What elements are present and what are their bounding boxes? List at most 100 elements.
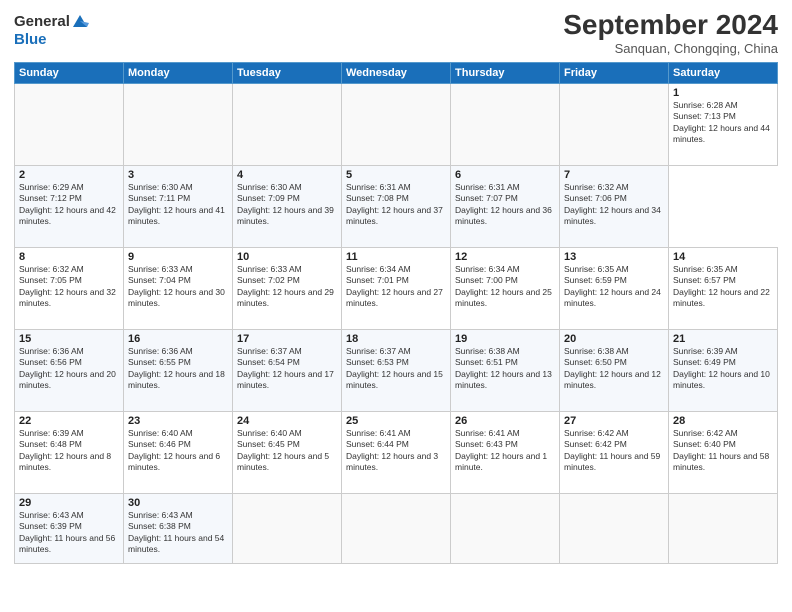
calendar-week-row: 8Sunrise: 6:32 AMSunset: 7:05 PMDaylight… <box>15 247 778 329</box>
month-title: September 2024 <box>563 10 778 41</box>
calendar-cell: 17Sunrise: 6:37 AMSunset: 6:54 PMDayligh… <box>233 329 342 411</box>
calendar-cell <box>451 493 560 563</box>
calendar-cell: 13Sunrise: 6:35 AMSunset: 6:59 PMDayligh… <box>560 247 669 329</box>
calendar-cell: 30Sunrise: 6:43 AMSunset: 6:38 PMDayligh… <box>124 493 233 563</box>
subtitle: Sanquan, Chongqing, China <box>563 41 778 56</box>
calendar-week-row: 22Sunrise: 6:39 AMSunset: 6:48 PMDayligh… <box>15 411 778 493</box>
day-info: Sunrise: 6:41 AMSunset: 6:44 PMDaylight:… <box>346 428 438 472</box>
header: General Blue September 2024 Sanquan, Cho… <box>14 10 778 56</box>
calendar-cell: 6Sunrise: 6:31 AMSunset: 7:07 PMDaylight… <box>451 165 560 247</box>
day-number: 3 <box>128 169 228 181</box>
calendar-cell: 16Sunrise: 6:36 AMSunset: 6:55 PMDayligh… <box>124 329 233 411</box>
logo: General Blue <box>14 14 89 49</box>
calendar-cell: 9Sunrise: 6:33 AMSunset: 7:04 PMDaylight… <box>124 247 233 329</box>
calendar-cell: 29Sunrise: 6:43 AMSunset: 6:39 PMDayligh… <box>15 493 124 563</box>
calendar-cell <box>342 493 451 563</box>
logo-blue: Blue <box>14 31 47 48</box>
day-info: Sunrise: 6:35 AMSunset: 6:57 PMDaylight:… <box>673 264 770 308</box>
calendar-day-header: Thursday <box>451 62 560 83</box>
calendar-cell: 15Sunrise: 6:36 AMSunset: 6:56 PMDayligh… <box>15 329 124 411</box>
day-number: 21 <box>673 333 773 345</box>
day-info: Sunrise: 6:28 AMSunset: 7:13 PMDaylight:… <box>673 100 770 144</box>
day-info: Sunrise: 6:36 AMSunset: 6:56 PMDaylight:… <box>19 346 116 390</box>
calendar-cell: 28Sunrise: 6:42 AMSunset: 6:40 PMDayligh… <box>669 411 778 493</box>
logo-general: General <box>14 14 70 31</box>
day-info: Sunrise: 6:40 AMSunset: 6:45 PMDaylight:… <box>237 428 329 472</box>
day-info: Sunrise: 6:43 AMSunset: 6:39 PMDaylight:… <box>19 510 115 554</box>
calendar-cell: 18Sunrise: 6:37 AMSunset: 6:53 PMDayligh… <box>342 329 451 411</box>
day-number: 26 <box>455 415 555 427</box>
calendar-cell: 14Sunrise: 6:35 AMSunset: 6:57 PMDayligh… <box>669 247 778 329</box>
day-info: Sunrise: 6:36 AMSunset: 6:55 PMDaylight:… <box>128 346 225 390</box>
calendar-cell: 8Sunrise: 6:32 AMSunset: 7:05 PMDaylight… <box>15 247 124 329</box>
calendar-cell <box>233 493 342 563</box>
day-number: 12 <box>455 251 555 263</box>
calendar-cell: 4Sunrise: 6:30 AMSunset: 7:09 PMDaylight… <box>233 165 342 247</box>
calendar-cell: 1Sunrise: 6:28 AMSunset: 7:13 PMDaylight… <box>669 83 778 165</box>
day-info: Sunrise: 6:43 AMSunset: 6:38 PMDaylight:… <box>128 510 224 554</box>
day-number: 2 <box>19 169 119 181</box>
calendar-cell <box>669 493 778 563</box>
day-info: Sunrise: 6:41 AMSunset: 6:43 PMDaylight:… <box>455 428 547 472</box>
day-info: Sunrise: 6:38 AMSunset: 6:50 PMDaylight:… <box>564 346 661 390</box>
empty-cell <box>560 83 669 165</box>
day-number: 8 <box>19 251 119 263</box>
day-number: 18 <box>346 333 446 345</box>
day-number: 13 <box>564 251 664 263</box>
day-number: 14 <box>673 251 773 263</box>
day-info: Sunrise: 6:33 AMSunset: 7:04 PMDaylight:… <box>128 264 225 308</box>
day-info: Sunrise: 6:42 AMSunset: 6:42 PMDaylight:… <box>564 428 660 472</box>
day-info: Sunrise: 6:30 AMSunset: 7:11 PMDaylight:… <box>128 182 225 226</box>
day-number: 15 <box>19 333 119 345</box>
calendar-cell: 20Sunrise: 6:38 AMSunset: 6:50 PMDayligh… <box>560 329 669 411</box>
calendar-cell: 25Sunrise: 6:41 AMSunset: 6:44 PMDayligh… <box>342 411 451 493</box>
day-info: Sunrise: 6:37 AMSunset: 6:54 PMDaylight:… <box>237 346 334 390</box>
day-number: 27 <box>564 415 664 427</box>
day-number: 23 <box>128 415 228 427</box>
calendar-week-row: 15Sunrise: 6:36 AMSunset: 6:56 PMDayligh… <box>15 329 778 411</box>
calendar-cell: 10Sunrise: 6:33 AMSunset: 7:02 PMDayligh… <box>233 247 342 329</box>
calendar-cell: 21Sunrise: 6:39 AMSunset: 6:49 PMDayligh… <box>669 329 778 411</box>
calendar-day-header: Sunday <box>15 62 124 83</box>
day-number: 4 <box>237 169 337 181</box>
calendar-cell: 22Sunrise: 6:39 AMSunset: 6:48 PMDayligh… <box>15 411 124 493</box>
day-number: 11 <box>346 251 446 263</box>
page-container: General Blue September 2024 Sanquan, Cho… <box>0 0 792 570</box>
calendar-cell: 19Sunrise: 6:38 AMSunset: 6:51 PMDayligh… <box>451 329 560 411</box>
empty-cell <box>233 83 342 165</box>
calendar-week-row: 1Sunrise: 6:28 AMSunset: 7:13 PMDaylight… <box>15 83 778 165</box>
day-number: 7 <box>564 169 664 181</box>
day-number: 28 <box>673 415 773 427</box>
day-number: 25 <box>346 415 446 427</box>
day-number: 22 <box>19 415 119 427</box>
empty-cell <box>342 83 451 165</box>
day-number: 19 <box>455 333 555 345</box>
calendar-cell: 12Sunrise: 6:34 AMSunset: 7:00 PMDayligh… <box>451 247 560 329</box>
day-info: Sunrise: 6:32 AMSunset: 7:05 PMDaylight:… <box>19 264 116 308</box>
day-info: Sunrise: 6:29 AMSunset: 7:12 PMDaylight:… <box>19 182 116 226</box>
day-info: Sunrise: 6:31 AMSunset: 7:07 PMDaylight:… <box>455 182 552 226</box>
day-number: 24 <box>237 415 337 427</box>
day-number: 16 <box>128 333 228 345</box>
day-number: 6 <box>455 169 555 181</box>
day-number: 30 <box>128 497 228 509</box>
calendar-header-row: SundayMondayTuesdayWednesdayThursdayFrid… <box>15 62 778 83</box>
calendar-week-row: 29Sunrise: 6:43 AMSunset: 6:39 PMDayligh… <box>15 493 778 563</box>
day-info: Sunrise: 6:32 AMSunset: 7:06 PMDaylight:… <box>564 182 661 226</box>
calendar-cell: 24Sunrise: 6:40 AMSunset: 6:45 PMDayligh… <box>233 411 342 493</box>
calendar-day-header: Tuesday <box>233 62 342 83</box>
day-info: Sunrise: 6:31 AMSunset: 7:08 PMDaylight:… <box>346 182 443 226</box>
calendar-cell: 26Sunrise: 6:41 AMSunset: 6:43 PMDayligh… <box>451 411 560 493</box>
calendar-day-header: Wednesday <box>342 62 451 83</box>
calendar-day-header: Friday <box>560 62 669 83</box>
day-info: Sunrise: 6:30 AMSunset: 7:09 PMDaylight:… <box>237 182 334 226</box>
calendar-cell <box>560 493 669 563</box>
day-number: 9 <box>128 251 228 263</box>
day-number: 10 <box>237 251 337 263</box>
empty-cell <box>15 83 124 165</box>
calendar-cell: 5Sunrise: 6:31 AMSunset: 7:08 PMDaylight… <box>342 165 451 247</box>
calendar-cell: 23Sunrise: 6:40 AMSunset: 6:46 PMDayligh… <box>124 411 233 493</box>
calendar-cell: 3Sunrise: 6:30 AMSunset: 7:11 PMDaylight… <box>124 165 233 247</box>
day-number: 20 <box>564 333 664 345</box>
day-number: 17 <box>237 333 337 345</box>
